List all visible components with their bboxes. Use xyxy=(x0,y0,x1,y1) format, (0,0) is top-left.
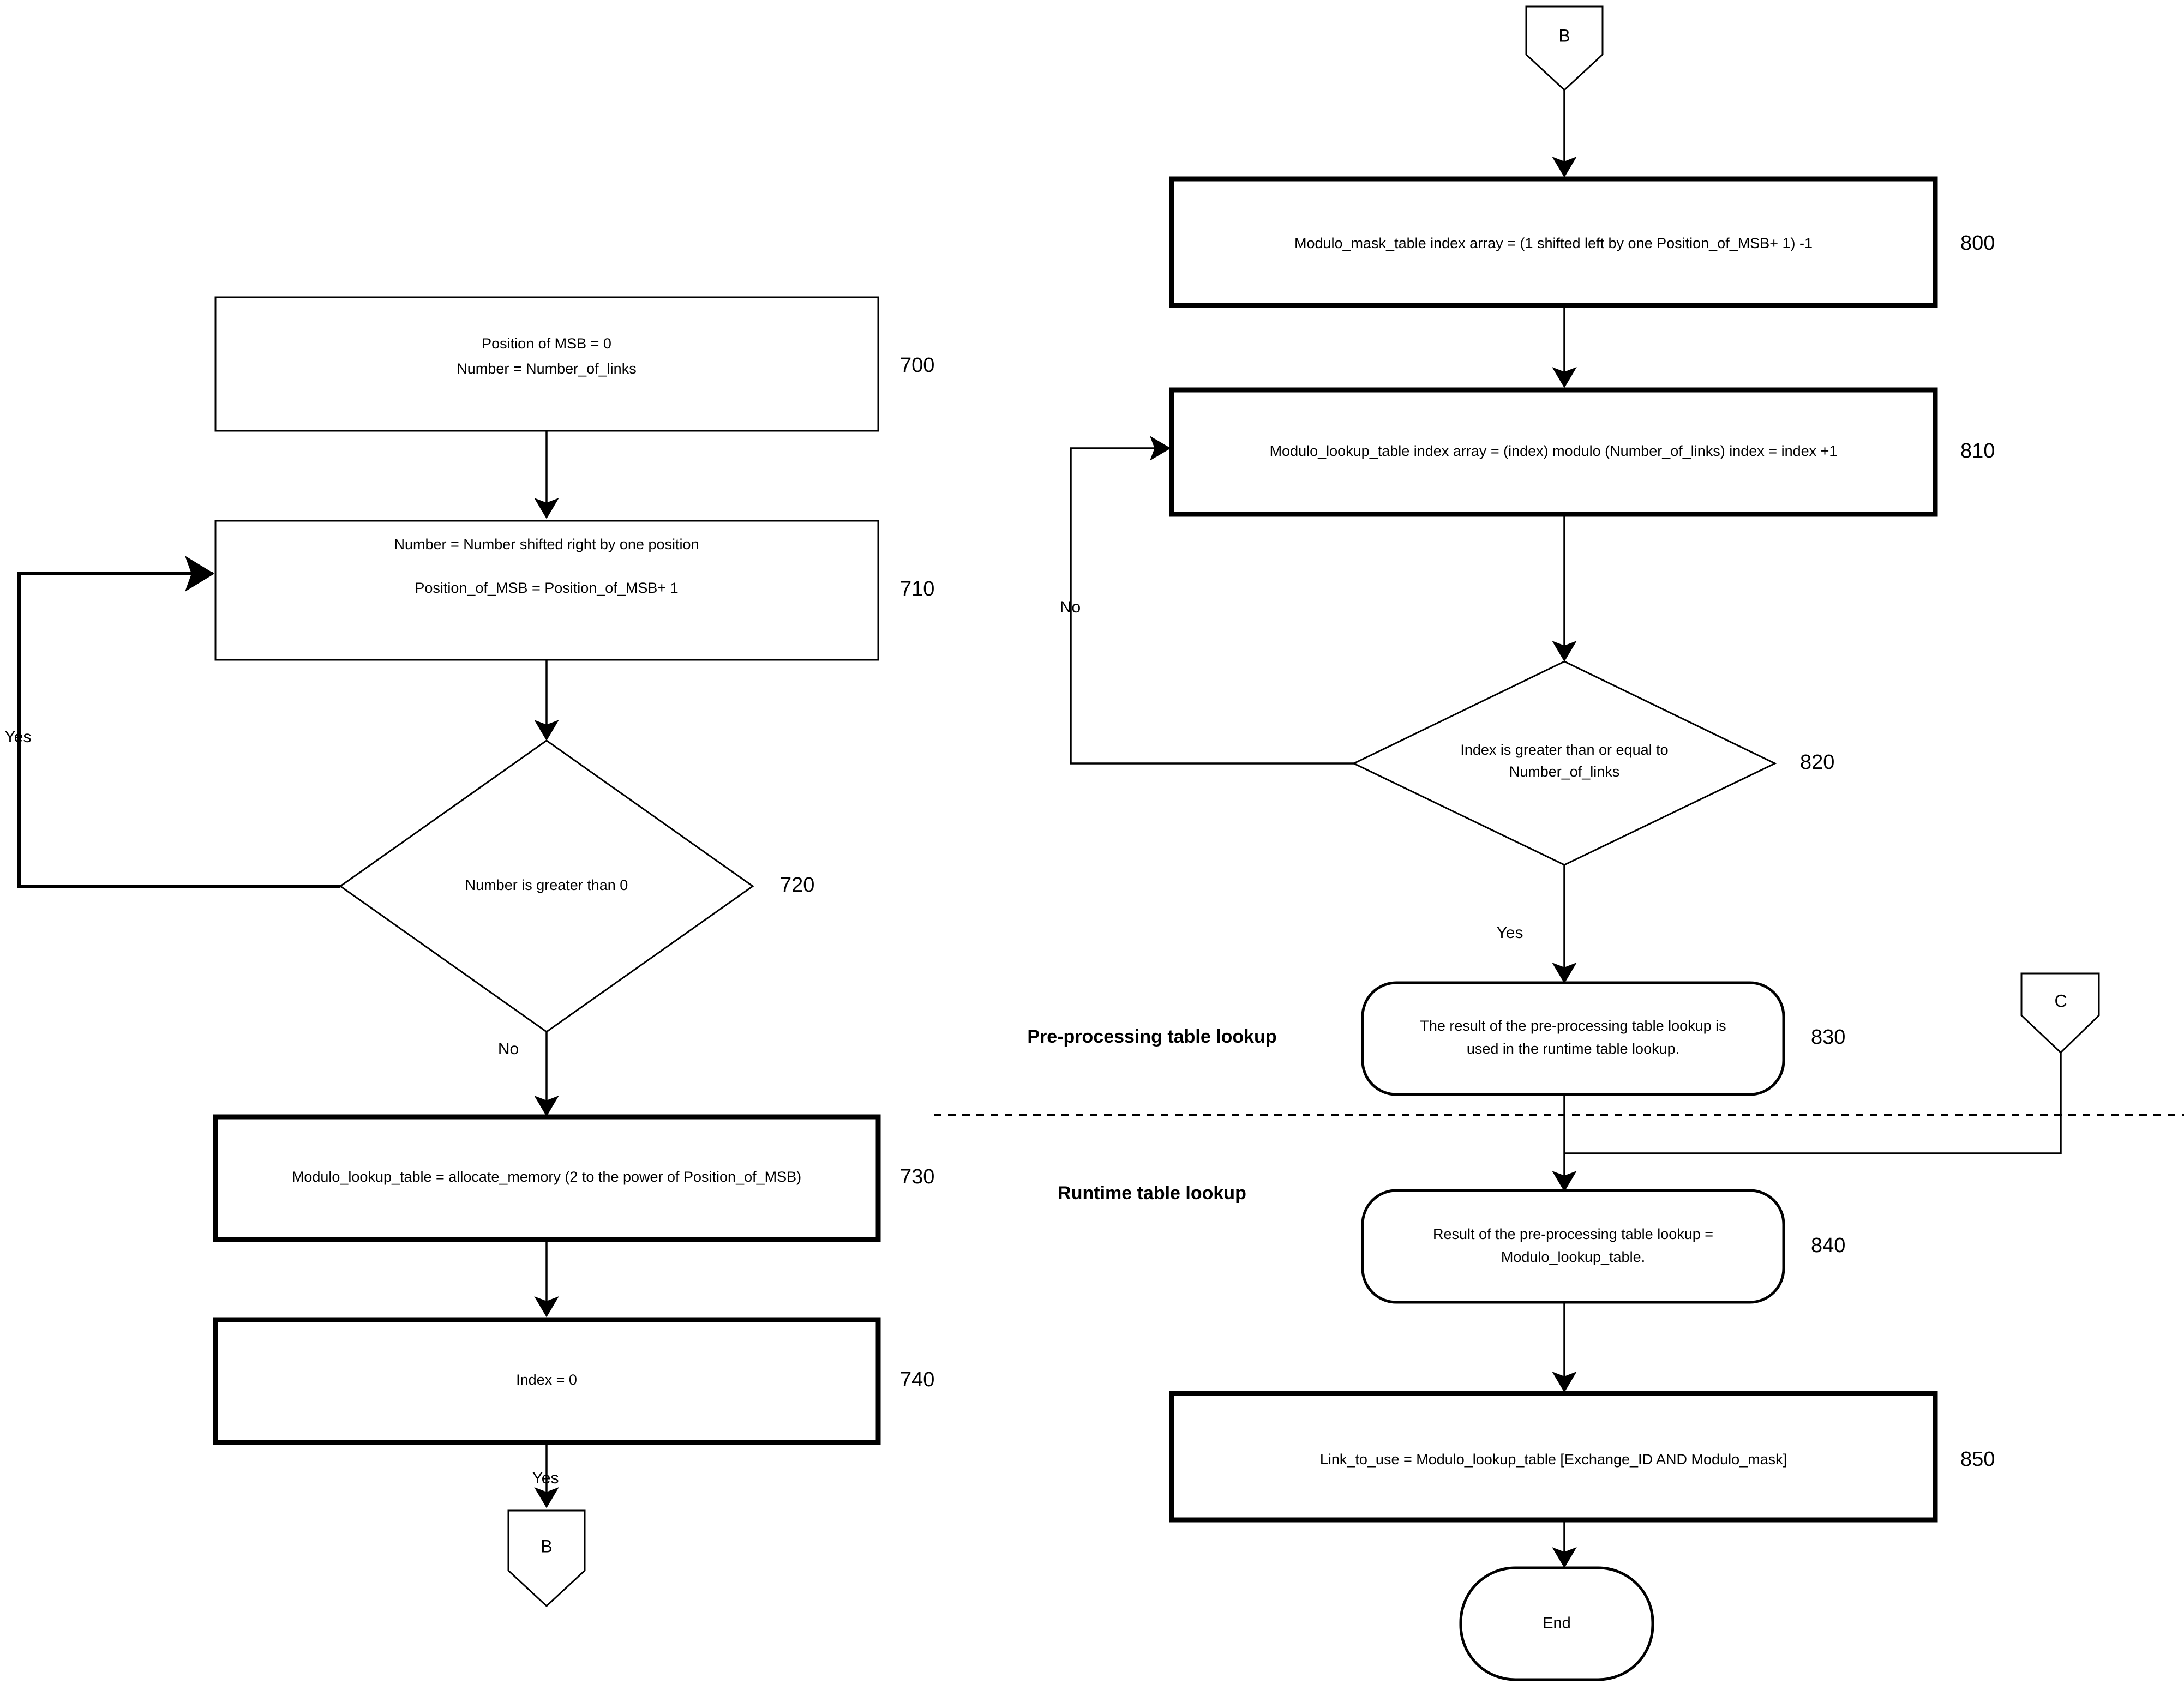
node-840-box xyxy=(1361,1189,1785,1304)
node-840-line-2: Modulo_lookup_table. xyxy=(1501,1249,1645,1265)
ref-710: 710 xyxy=(900,578,934,600)
connector-c-label: C xyxy=(2054,991,2067,1011)
ref-700: 700 xyxy=(900,354,934,377)
node-840-line-1: Result of the pre-processing table looku… xyxy=(1433,1226,1713,1242)
node-730-line-1: Modulo_lookup_table = allocate_memory (2… xyxy=(292,1169,801,1185)
connector-b-out xyxy=(507,1509,586,1608)
edge-label-yes-to-b: Yes xyxy=(532,1469,559,1487)
node-810-line-1: Modulo_lookup_table index array = (index… xyxy=(1270,443,1838,459)
node-820-line-1: Index is greater than or equal to xyxy=(1460,742,1668,758)
ref-800: 800 xyxy=(1960,232,1995,255)
ref-820: 820 xyxy=(1800,751,1834,774)
flowchart-page: Position of MSB = 0 Number = Number_of_l… xyxy=(0,0,2184,1708)
ref-720: 720 xyxy=(780,874,814,897)
edge-label-yes-down: Yes xyxy=(1497,924,1523,942)
node-710-line-1: Number = Number shifted right by one pos… xyxy=(394,536,699,552)
node-700-line-2: Number = Number_of_links xyxy=(457,360,636,377)
node-800-line-1: Modulo_mask_table index array = (1 shift… xyxy=(1294,235,1813,251)
node-700-line-1: Position of MSB = 0 xyxy=(482,335,611,352)
ref-810: 810 xyxy=(1960,440,1995,462)
node-830-line-1: The result of the pre-processing table l… xyxy=(1420,1018,1726,1034)
node-end-label: End xyxy=(1543,1615,1571,1632)
edge-label-no-down: No xyxy=(498,1040,519,1058)
connector-b-in xyxy=(1525,5,1604,92)
ref-730: 730 xyxy=(900,1165,934,1188)
node-710-line-2: Position_of_MSB = Position_of_MSB+ 1 xyxy=(415,580,678,596)
ref-840: 840 xyxy=(1811,1234,1845,1257)
ref-830: 830 xyxy=(1811,1026,1845,1049)
ref-850: 850 xyxy=(1960,1448,1995,1471)
node-850-line-1: Link_to_use = Modulo_lookup_table [Excha… xyxy=(1320,1451,1787,1468)
connector-b-out-label: B xyxy=(541,1536,552,1556)
ref-740: 740 xyxy=(900,1368,934,1391)
edge-label-no-loop: No xyxy=(1060,598,1081,616)
node-830-box xyxy=(1361,981,1785,1096)
connector-b-in-label: B xyxy=(1558,26,1570,45)
section-label-runtime: Runtime table lookup xyxy=(1058,1183,1246,1204)
node-720-line-1: Number is greater than 0 xyxy=(465,877,628,893)
node-830-line-2: used in the runtime table lookup. xyxy=(1467,1041,1679,1057)
section-label-preprocessing: Pre-processing table lookup xyxy=(1027,1026,1276,1047)
connector-c xyxy=(2020,972,2100,1054)
node-740-line-1: Index = 0 xyxy=(516,1372,577,1388)
edge-label-yes-loop: Yes xyxy=(5,728,32,746)
node-820-line-2: Number_of_links xyxy=(1509,763,1620,780)
flowchart-canvas: Position of MSB = 0 Number = Number_of_l… xyxy=(5,5,2184,1681)
